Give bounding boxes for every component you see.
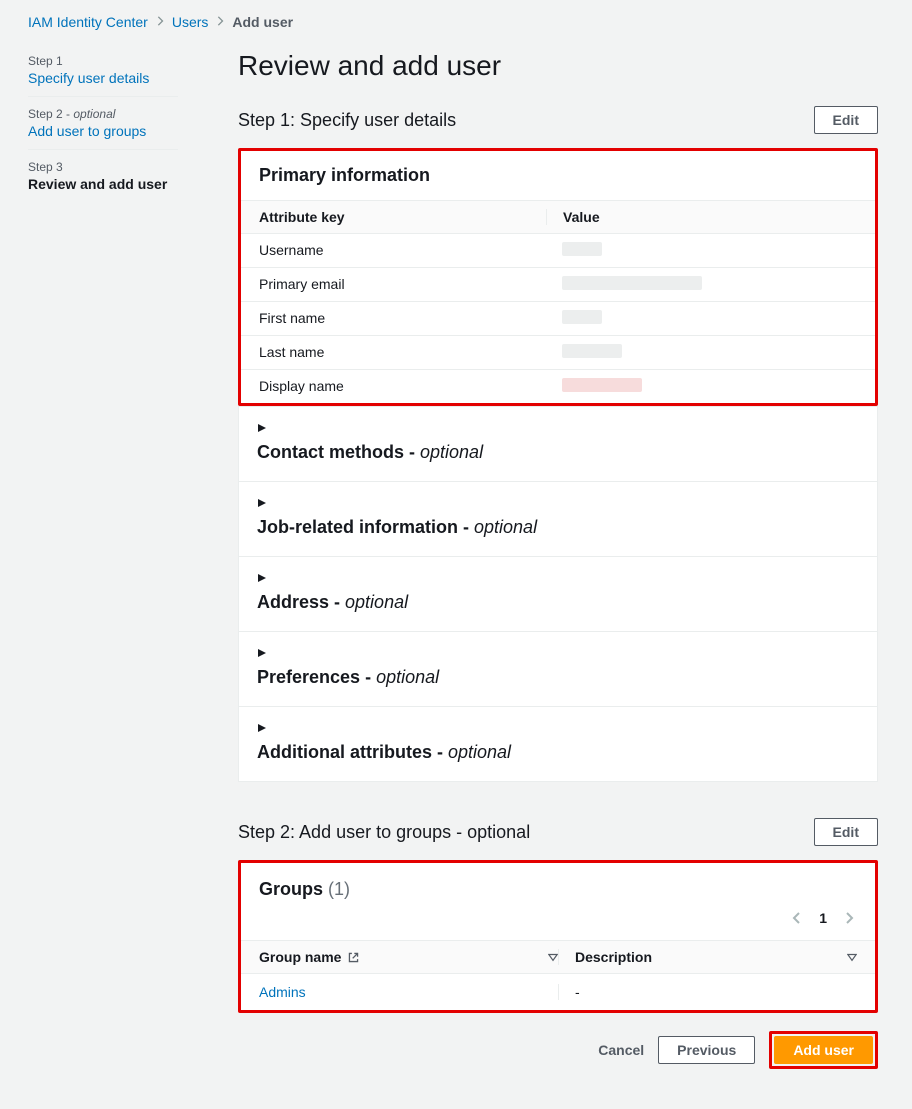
primary-information-panel: Primary information Attribute key Value …: [238, 148, 878, 406]
attr-username: Username: [259, 242, 546, 259]
breadcrumb-users[interactable]: Users: [172, 14, 209, 30]
attr-first-name: First name: [259, 310, 546, 327]
table-row: Primary email: [241, 268, 875, 302]
page-next-icon[interactable]: [841, 910, 857, 926]
table-row: First name: [241, 302, 875, 336]
val-primary-email: [546, 276, 857, 293]
expand-icon: [257, 423, 267, 433]
groups-heading: Groups (1): [259, 879, 350, 899]
breadcrumb-current: Add user: [232, 14, 293, 30]
add-user-button[interactable]: Add user: [774, 1036, 873, 1064]
page-title: Review and add user: [238, 50, 878, 82]
optional-sections: Contact methods - optional Job-related i…: [238, 406, 878, 782]
sort-icon[interactable]: [366, 952, 558, 962]
chevron-right-icon: [216, 15, 224, 29]
sort-icon[interactable]: [652, 949, 857, 965]
attribute-key-header: Attribute key: [259, 209, 546, 225]
section-preferences[interactable]: Preferences - optional: [239, 632, 877, 706]
edit-step1-button[interactable]: Edit: [814, 106, 878, 134]
table-row: Display name: [241, 370, 875, 403]
wizard-steps-nav: Step 1 Specify user details Step 2 - opt…: [28, 44, 178, 202]
breadcrumb: IAM Identity Center Users Add user: [28, 14, 878, 30]
val-display-name: [546, 378, 857, 395]
section-contact-methods[interactable]: Contact methods - optional: [239, 407, 877, 481]
expand-icon: [257, 498, 267, 508]
external-link-icon: [347, 951, 360, 964]
step-number-3: Step 3: [28, 160, 178, 174]
section-address[interactable]: Address - optional: [239, 557, 877, 631]
val-last-name: [546, 344, 857, 361]
expand-icon: [257, 573, 267, 583]
step-number-1: Step 1: [28, 54, 178, 68]
table-row: Last name: [241, 336, 875, 370]
expand-icon: [257, 648, 267, 658]
step-current-review: Review and add user: [28, 176, 178, 192]
val-username: [546, 242, 857, 259]
page-number: 1: [819, 910, 827, 926]
value-header: Value: [546, 209, 857, 225]
chevron-right-icon: [156, 15, 164, 29]
wizard-footer: Cancel Previous Add user: [238, 1031, 878, 1069]
column-description[interactable]: Description: [575, 949, 652, 965]
page-prev-icon[interactable]: [789, 910, 805, 926]
step1-heading: Step 1: Specify user details: [238, 110, 456, 131]
attr-primary-email: Primary email: [259, 276, 546, 293]
primary-information-heading: Primary information: [259, 165, 857, 186]
edit-step2-button[interactable]: Edit: [814, 818, 878, 846]
group-description: -: [558, 984, 857, 1000]
section-job-related[interactable]: Job-related information - optional: [239, 482, 877, 556]
column-group-name[interactable]: Group name: [259, 949, 341, 965]
step-link-add-user-to-groups[interactable]: Add user to groups: [28, 123, 178, 139]
previous-button[interactable]: Previous: [658, 1036, 755, 1064]
section-additional-attributes[interactable]: Additional attributes - optional: [239, 707, 877, 781]
step2-heading: Step 2: Add user to groups - optional: [238, 822, 530, 843]
cancel-button[interactable]: Cancel: [598, 1042, 644, 1058]
groups-panel: Groups (1) 1 Group name: [238, 860, 878, 1013]
attr-last-name: Last name: [259, 344, 546, 361]
step-link-specify-user-details[interactable]: Specify user details: [28, 70, 178, 86]
expand-icon: [257, 723, 267, 733]
attr-display-name: Display name: [259, 378, 546, 395]
val-first-name: [546, 310, 857, 327]
step-number-2: Step 2 - optional: [28, 107, 178, 121]
group-link-admins[interactable]: Admins: [259, 984, 306, 1000]
table-row: Username: [241, 234, 875, 268]
breadcrumb-root[interactable]: IAM Identity Center: [28, 14, 148, 30]
table-row: Admins -: [241, 974, 875, 1010]
